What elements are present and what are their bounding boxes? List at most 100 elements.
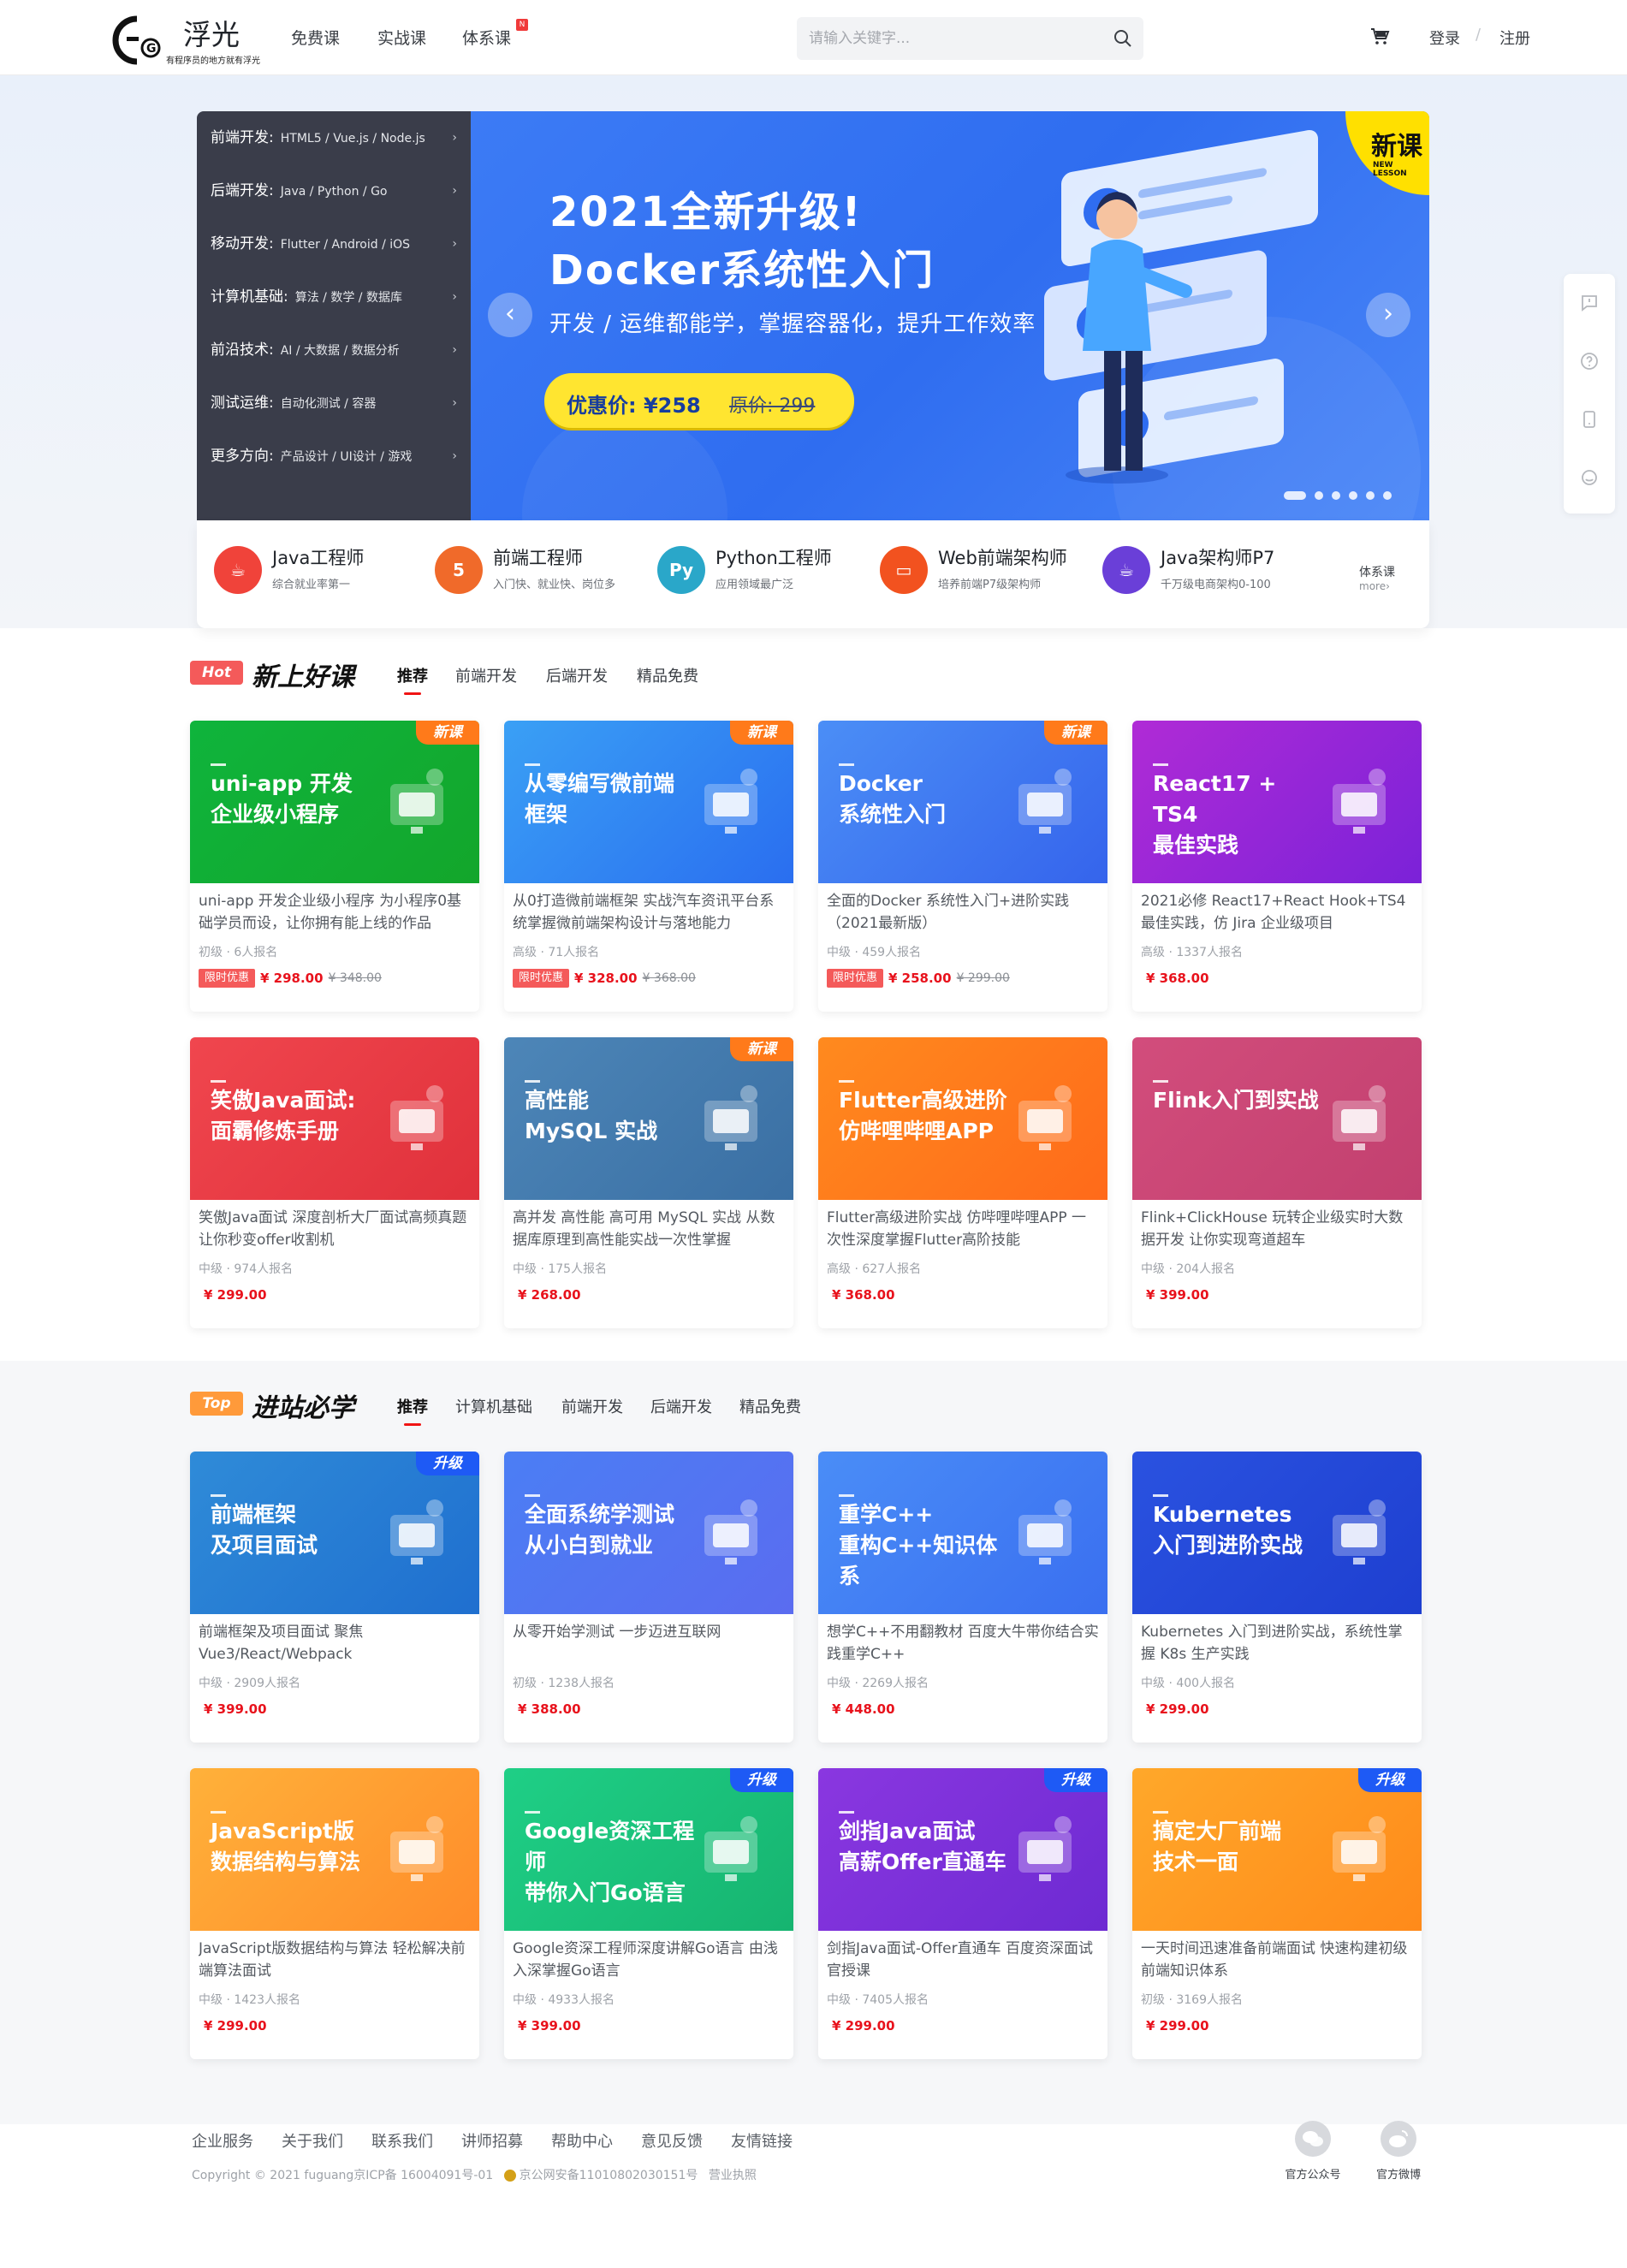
carousel-dot[interactable] xyxy=(1315,491,1323,500)
course-card[interactable]: 重学C++ 重构C++知识体系想学C++不用翻教材 百度大牛带你结合实践重学C+… xyxy=(818,1452,1107,1743)
course-cover[interactable]: 搞定大厂前端 技术一面 升级 xyxy=(1132,1768,1422,1931)
carousel-dot[interactable] xyxy=(1383,491,1392,500)
carousel-prev-button[interactable]: ‹ xyxy=(488,293,532,337)
course-card[interactable]: Docker 系统性入门 新课全面的Docker 系统性入门+进阶实践（2021最… xyxy=(818,721,1107,1012)
course-cover[interactable]: 重学C++ 重构C++知识体系 xyxy=(818,1452,1107,1614)
career-path-item[interactable]: ☕ Java架构师P7 千万级电商架构0-100 xyxy=(1102,543,1316,603)
course-cover[interactable]: 全面系统学测试 从小白到就业 xyxy=(504,1452,793,1614)
tab-cs-basics[interactable]: 计算机基础 xyxy=(455,1395,532,1417)
tab-recommend[interactable]: 推荐 xyxy=(397,1395,428,1426)
tab-recommend[interactable]: 推荐 xyxy=(397,664,428,695)
course-cover[interactable]: 从零编写微前端 框架 新课 xyxy=(504,721,793,883)
hero-slide[interactable]: 2021全新升级! Docker系统性入门 开发 / 运维都能学，掌握容器化，提… xyxy=(471,111,1429,520)
course-description[interactable]: 笑傲Java面试 深度剖析大厂面试高频真题 让你秒变offer收割机 xyxy=(199,1207,471,1253)
search-icon[interactable] xyxy=(1113,28,1133,49)
course-description[interactable]: 从零开始学测试 一步迈进互联网 xyxy=(513,1621,785,1667)
course-card[interactable]: Flink入门到实战 Flink+ClickHouse 玩转企业级实时大数据开发 … xyxy=(1132,1037,1422,1328)
course-description[interactable]: Flink+ClickHouse 玩转企业级实时大数据开发 让你实现弯道超车 xyxy=(1141,1207,1413,1253)
course-cover[interactable]: Docker 系统性入门 新课 xyxy=(818,721,1107,883)
tab-free[interactable]: 精品免费 xyxy=(637,664,698,686)
course-card[interactable]: Google资深工程师 带你入门Go语言 升级 Google资深工程师深度讲解Go语… xyxy=(504,1768,793,2059)
nav-system-courses[interactable]: 体系课 xyxy=(462,26,511,49)
course-description[interactable]: JavaScript版数据结构与算法 轻松解决前端算法面试 xyxy=(199,1938,471,1984)
course-card[interactable]: 全面系统学测试 从小白到就业 从零开始学测试 一步迈进互联网 初级 · 1238人报… xyxy=(504,1452,793,1743)
register-link[interactable]: 注册 xyxy=(1499,27,1530,49)
logo-icon[interactable]: G xyxy=(111,14,164,67)
police-record[interactable]: 京公网安备11010802030151号 xyxy=(520,2169,698,2182)
course-card[interactable]: Flutter高级进阶 仿哔哩哔哩APP Flutter高级进阶实战 仿哔哩哔哩A… xyxy=(818,1037,1107,1328)
tab-frontend[interactable]: 前端开发 xyxy=(561,1395,623,1417)
footer-link[interactable]: 意见反馈 xyxy=(641,2129,703,2152)
tab-backend[interactable]: 后端开发 xyxy=(546,664,608,686)
course-cover[interactable]: JavaScript版 数据结构与算法 xyxy=(190,1768,479,1931)
course-description[interactable]: 全面的Docker 系统性入门+进阶实践（2021最新版） xyxy=(827,890,1099,936)
category-item[interactable]: 前沿技术: AI / 大数据 / 数据分析 › xyxy=(211,324,464,377)
course-card[interactable]: 前端框架 及项目面试 升级前端框架及项目面试 聚焦Vue3/React/Webpa… xyxy=(190,1452,479,1743)
course-cover[interactable]: 笑傲Java面试: 面霸修炼手册 xyxy=(190,1037,479,1200)
course-description[interactable]: Google资深工程师深度讲解Go语言 由浅入深掌握Go语言 xyxy=(513,1938,785,1984)
category-item[interactable]: 前端开发: HTML5 / Vue.js / Node.js › xyxy=(211,111,464,164)
nav-practical-courses[interactable]: 实战课 xyxy=(377,26,426,49)
course-cover[interactable]: Google资深工程师 带你入门Go语言 升级 xyxy=(504,1768,793,1931)
category-item[interactable]: 测试运维: 自动化测试 / 容器 › xyxy=(211,377,464,430)
course-description[interactable]: Kubernetes 入门到进阶实战，系统性掌握 K8s 生产实践 xyxy=(1141,1621,1413,1667)
course-description[interactable]: 前端框架及项目面试 聚焦Vue3/React/Webpack xyxy=(199,1621,471,1667)
footer-link[interactable]: 企业服务 xyxy=(192,2129,253,2152)
paths-more-link[interactable]: 体系课 more› xyxy=(1359,563,1395,592)
message-icon[interactable] xyxy=(1579,293,1600,313)
course-card[interactable]: JavaScript版 数据结构与算法 JavaScript版数据结构与算法 轻松… xyxy=(190,1768,479,2059)
course-card[interactable]: 搞定大厂前端 技术一面 升级 一天时间迅速准备前端面试 快速构建初级前端知识体系 初级… xyxy=(1132,1768,1422,2059)
tab-frontend[interactable]: 前端开发 xyxy=(455,664,517,686)
course-card[interactable]: 从零编写微前端 框架 新课从0打造微前端框架 实战汽车资讯平台系统掌握微前端架构设… xyxy=(504,721,793,1012)
logo-name[interactable]: 浮光 xyxy=(183,12,240,53)
category-item[interactable]: 更多方向: 产品设计 / UI设计 / 游戏 › xyxy=(211,430,464,483)
course-description[interactable]: 剑指Java面试-Offer直通车 百度资深面试官授课 xyxy=(827,1938,1099,1984)
carousel-dot[interactable] xyxy=(1332,491,1340,500)
carousel-dot-active[interactable] xyxy=(1284,491,1306,500)
carousel-dot[interactable] xyxy=(1366,491,1375,500)
category-item[interactable]: 计算机基础: 算法 / 数学 / 数据库 › xyxy=(211,270,464,324)
course-cover[interactable]: Flutter高级进阶 仿哔哩哔哩APP xyxy=(818,1037,1107,1200)
course-description[interactable]: Flutter高级进阶实战 仿哔哩哔哩APP 一次性深度掌握Flutter高阶技… xyxy=(827,1207,1099,1253)
category-item[interactable]: 后端开发: Java / Python / Go › xyxy=(211,164,464,217)
footer-link[interactable]: 帮助中心 xyxy=(551,2129,613,2152)
course-card[interactable]: uni-app 开发 企业级小程序 新课 uni-app 开发企业级小程序 为小程序… xyxy=(190,721,479,1012)
career-path-item[interactable]: ▭ Web前端架构师 培养前端P7级架构师 xyxy=(880,543,1094,603)
course-cover[interactable]: React17 + TS4 最佳实践 xyxy=(1132,721,1422,883)
career-path-item[interactable]: ☕ Java工程师 综合就业率第一 xyxy=(214,543,428,603)
cart-icon[interactable] xyxy=(1369,26,1390,46)
footer-link[interactable]: 联系我们 xyxy=(371,2129,433,2152)
weibo-account[interactable]: 官方微博 xyxy=(1364,2121,1433,2182)
carousel-dot[interactable] xyxy=(1349,491,1357,500)
customer-service-icon[interactable] xyxy=(1579,467,1600,488)
wechat-account[interactable]: 官方公众号 xyxy=(1279,2121,1347,2182)
course-card[interactable]: React17 + TS4 最佳实践 2021必修 React17+React H… xyxy=(1132,721,1422,1012)
mobile-app-icon[interactable] xyxy=(1579,409,1600,430)
course-description[interactable]: 一天时间迅速准备前端面试 快速构建初级前端知识体系 xyxy=(1141,1938,1413,1984)
footer-link[interactable]: 友情链接 xyxy=(731,2129,793,2152)
course-cover[interactable]: 前端框架 及项目面试 升级 xyxy=(190,1452,479,1614)
career-path-item[interactable]: 5 前端工程师 入门快、就业快、岗位多 xyxy=(435,543,649,603)
course-description[interactable]: 想学C++不用翻教材 百度大牛带你结合实践重学C++ xyxy=(827,1621,1099,1667)
course-cover[interactable]: Kubernetes 入门到进阶实战 xyxy=(1132,1452,1422,1614)
footer-link[interactable]: 关于我们 xyxy=(282,2129,343,2152)
course-card[interactable]: 剑指Java面试 高薪Offer直通车 升级剑指Java面试-Offer直通车 百… xyxy=(818,1768,1107,2059)
tab-backend[interactable]: 后端开发 xyxy=(650,1395,712,1417)
nav-free-courses[interactable]: 免费课 xyxy=(291,26,340,49)
course-card[interactable]: 高性能 MySQL 实战 新课高并发 高性能 高可用 MySQL 实战 从数据库原… xyxy=(504,1037,793,1328)
course-cover[interactable]: 高性能 MySQL 实战 新课 xyxy=(504,1037,793,1200)
carousel-next-button[interactable]: › xyxy=(1366,293,1410,337)
tab-free[interactable]: 精品免费 xyxy=(739,1395,801,1417)
course-description[interactable]: uni-app 开发企业级小程序 为小程序0基础学员而设，让你拥有能上线的作品 xyxy=(199,890,471,936)
login-link[interactable]: 登录 xyxy=(1429,27,1460,49)
course-cover[interactable]: uni-app 开发 企业级小程序 新课 xyxy=(190,721,479,883)
category-item[interactable]: 移动开发: Flutter / Android / iOS › xyxy=(211,217,464,270)
course-description[interactable]: 高并发 高性能 高可用 MySQL 实战 从数据库原理到高性能实战一次性掌握 xyxy=(513,1207,785,1253)
course-description[interactable]: 从0打造微前端框架 实战汽车资讯平台系统掌握微前端架构设计与落地能力 xyxy=(513,890,785,936)
course-cover[interactable]: Flink入门到实战 xyxy=(1132,1037,1422,1200)
business-license[interactable]: 营业执照 xyxy=(709,2169,757,2182)
course-card[interactable]: 笑傲Java面试: 面霸修炼手册笑傲Java面试 深度剖析大厂面试高频真题 让你… xyxy=(190,1037,479,1328)
course-cover[interactable]: 剑指Java面试 高薪Offer直通车 升级 xyxy=(818,1768,1107,1931)
search-input[interactable] xyxy=(809,17,1100,60)
course-description[interactable]: 2021必修 React17+React Hook+TS4 最佳实践，仿 Jir… xyxy=(1141,890,1413,936)
